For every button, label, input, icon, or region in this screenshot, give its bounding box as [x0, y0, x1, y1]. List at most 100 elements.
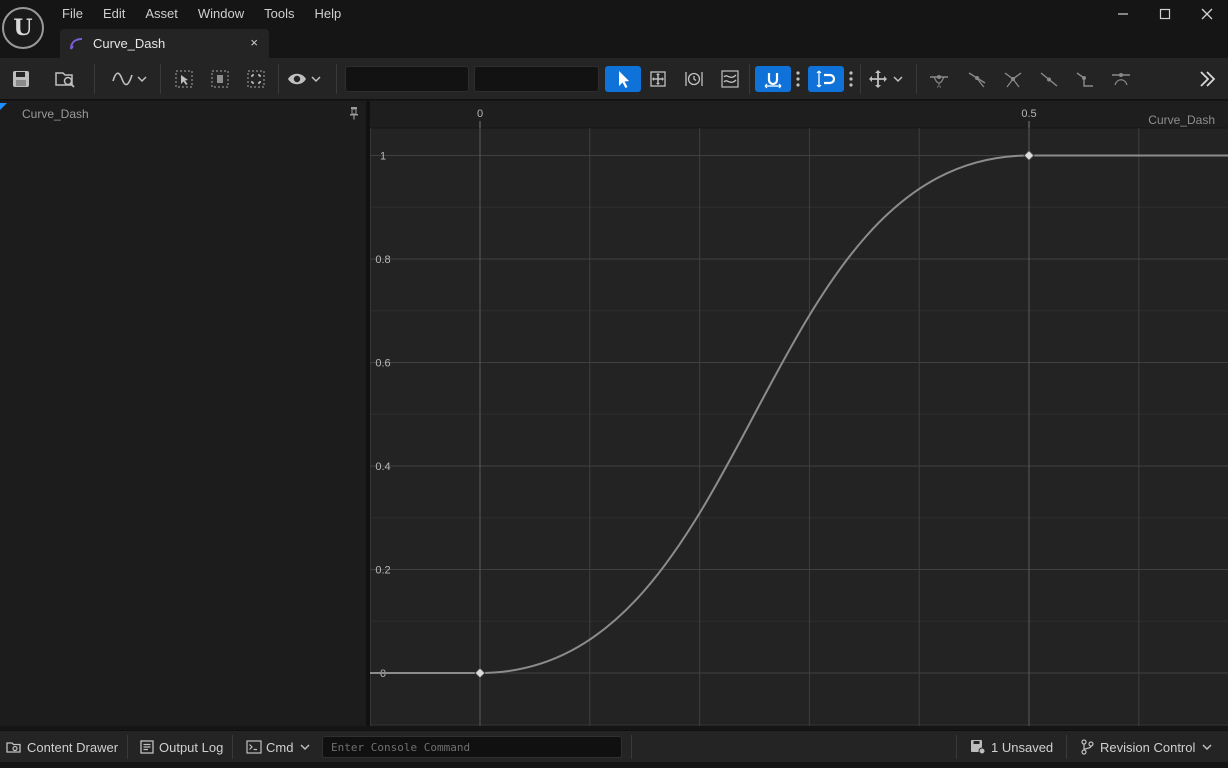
snap-value-options[interactable]	[845, 66, 857, 92]
auto-tangent-button[interactable]: A	[926, 66, 952, 92]
normalize-button[interactable]	[208, 66, 232, 92]
multi-select-tool-button[interactable]	[718, 66, 742, 92]
snap-time-button[interactable]	[755, 66, 791, 92]
browse-asset-button[interactable]	[52, 66, 78, 92]
weighted-tangent-button[interactable]	[1108, 66, 1134, 92]
snap-time-icon	[764, 73, 782, 89]
y-tick-label: 0.4	[375, 461, 390, 473]
constant-tangent-button[interactable]	[1072, 66, 1098, 92]
linear-tangent-icon	[1040, 72, 1058, 87]
y-tick-label: 0.2	[375, 565, 390, 577]
break-tangent-button[interactable]	[1000, 66, 1026, 92]
y-tick-label: 0.8	[375, 254, 390, 266]
menu-bar: File Edit Asset Window Tools Help	[52, 0, 351, 28]
close-window-button[interactable]	[1186, 0, 1228, 28]
content-drawer-label: Content Drawer	[27, 739, 119, 755]
linear-tangent-button[interactable]	[1036, 66, 1062, 92]
chevron-down-icon	[300, 744, 310, 751]
expand-toolbar-icon	[1200, 71, 1216, 87]
more-vertical-icon	[849, 71, 853, 87]
toolbar-separator	[278, 64, 279, 94]
status-separator	[232, 735, 233, 759]
retime-tool-button[interactable]	[682, 66, 706, 92]
save-icon	[13, 71, 29, 87]
menu-file[interactable]: File	[52, 0, 93, 28]
minimize-button[interactable]	[1102, 0, 1144, 28]
tab-close-icon[interactable]: ×	[250, 35, 258, 50]
key-value-input[interactable]	[474, 66, 599, 92]
view-options-icon	[288, 73, 321, 85]
window-bottom-edge	[0, 762, 1228, 768]
svg-text:A: A	[937, 84, 941, 89]
frame-button[interactable]	[244, 66, 268, 92]
normalize-icon	[211, 70, 229, 88]
terminal-icon	[246, 740, 262, 754]
toolbar-separator	[860, 64, 861, 94]
flatten-tangents-icon: A	[930, 75, 948, 89]
toolbar-separator	[916, 64, 917, 94]
status-separator	[1066, 735, 1067, 759]
select-icon	[175, 70, 193, 88]
maximize-icon	[1159, 8, 1171, 20]
snap-value-button[interactable]	[808, 66, 844, 92]
toolbar-separator	[160, 64, 161, 94]
select-tool-button[interactable]	[605, 66, 641, 92]
straighten-tangents-icon	[968, 72, 986, 88]
menu-tools[interactable]: Tools	[254, 0, 304, 28]
axis-lock-dropdown[interactable]	[866, 66, 906, 92]
cmd-dropdown[interactable]: Cmd	[246, 731, 311, 763]
time-value-input[interactable]	[345, 66, 469, 92]
tab-label: Curve_Dash	[93, 36, 166, 51]
maximize-button[interactable]	[1144, 0, 1186, 28]
unreal-logo-icon[interactable]: U	[2, 7, 44, 49]
x-tick-label: 0	[477, 108, 483, 120]
chevron-down-icon	[1202, 744, 1212, 751]
y-tick-label: 0.6	[375, 358, 390, 370]
selection-marker	[0, 103, 7, 110]
menu-window[interactable]: Window	[188, 0, 254, 28]
minimize-icon	[1118, 13, 1128, 15]
select-tool-icon	[619, 71, 629, 88]
transform-tool-button[interactable]	[646, 66, 670, 92]
curve-graph-view[interactable]: 0 0.2 0.4 0.6 0.8 1 0 0.5 Curve_Dash	[370, 101, 1228, 726]
more-vertical-icon	[796, 71, 800, 87]
tab-curve-dash[interactable]: Curve_Dash ×	[60, 29, 269, 58]
curve-key-point	[474, 667, 486, 679]
output-log-button[interactable]: Output Log	[140, 731, 223, 763]
unsaved-button[interactable]: 1 Unsaved	[970, 731, 1053, 763]
save-button[interactable]	[8, 66, 34, 92]
curve-graph-canvas[interactable]: 00.20.40.60.810 0.5	[370, 101, 1228, 726]
view-options-dropdown[interactable]	[286, 66, 326, 92]
cmd-label: Cmd	[266, 739, 294, 755]
curve-display-dropdown[interactable]	[110, 66, 150, 92]
y-tick-label: 1	[380, 151, 386, 163]
expand-toolbar-button[interactable]	[1194, 66, 1220, 92]
snap-time-options[interactable]	[792, 66, 804, 92]
menu-asset[interactable]: Asset	[135, 0, 188, 28]
unsaved-save-icon	[971, 740, 986, 755]
frame-icon	[247, 70, 265, 88]
toolbar-separator	[336, 64, 337, 94]
window-controls	[1102, 0, 1228, 28]
retime-tool-icon	[685, 72, 703, 86]
select-all-button[interactable]	[172, 66, 196, 92]
curve-tree-item[interactable]: Curve_Dash	[22, 107, 89, 121]
multi-select-tool-icon	[721, 70, 739, 88]
console-command-input[interactable]	[322, 736, 622, 758]
auto-tangent-icon	[1004, 72, 1022, 88]
unsaved-label: 1 Unsaved	[991, 739, 1054, 755]
content-drawer-button[interactable]: Content Drawer	[6, 731, 118, 763]
toolbar-separator	[749, 64, 750, 94]
user-tangent-button[interactable]	[964, 66, 990, 92]
revision-control-dropdown[interactable]: Revision Control	[1080, 731, 1213, 763]
axis-lock-icon	[869, 70, 903, 88]
title-bar: U File Edit Asset Window Tools Help Curv…	[0, 0, 1228, 58]
curve-key-point	[1023, 149, 1035, 162]
toolbar: A	[0, 58, 1228, 100]
constant-tangent-icon	[1076, 72, 1093, 87]
pin-icon[interactable]	[349, 106, 359, 123]
menu-help[interactable]: Help	[304, 0, 351, 28]
curve-display-icon	[112, 72, 147, 86]
weighted-tangent-icon	[1112, 73, 1130, 86]
menu-edit[interactable]: Edit	[93, 0, 135, 28]
